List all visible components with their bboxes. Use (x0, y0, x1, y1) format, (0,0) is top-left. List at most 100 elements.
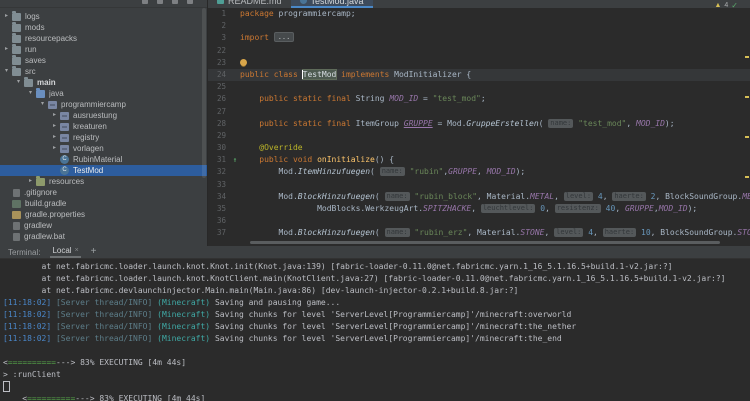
code-editor[interactable]: 1 package programmiercamp; 2 3 import ... 22 2… (208, 8, 750, 240)
tree-item--gitignore[interactable]: .gitignore (0, 187, 207, 198)
code-token: , BlockSoundGroup. (655, 191, 743, 201)
package-icon (60, 144, 69, 153)
terminal-output[interactable]: at net.fabricmc.loader.launch.knot.Knot.… (0, 259, 750, 401)
error-stripe-mark[interactable] (745, 56, 749, 58)
project-panel-toolbar (0, 0, 207, 8)
code-token: MOD_ID (486, 167, 516, 177)
chevron-right-icon[interactable]: ▸ (50, 121, 59, 132)
tree-item-testmod[interactable]: C TestMod (0, 165, 207, 176)
code-line[interactable]: 28 public static final ItemGroup GRUPPE … (208, 118, 750, 130)
tree-item-mods[interactable]: mods (0, 21, 207, 33)
code-token: GRUPPE (448, 167, 478, 177)
code-token: , (544, 228, 555, 238)
folder-icon (12, 65, 21, 76)
tree-item-resourcepacks[interactable]: resourcepacks (0, 32, 207, 44)
tree-item-ausruestung[interactable]: ▸ ausruestung (0, 110, 207, 121)
terminal-tab-label: Local (52, 246, 72, 255)
chevron-right-icon[interactable]: ▸ (26, 176, 35, 187)
gear-icon[interactable] (172, 0, 178, 4)
tree-item-gradlew-bat[interactable]: gradlew.bat (0, 231, 207, 242)
code-token: MOD_ID (636, 118, 665, 128)
chevron-right-icon[interactable]: ▸ (2, 11, 11, 22)
tree-item-label: resources (49, 177, 85, 186)
tree-item-gradle-properties[interactable]: gradle.properties (0, 209, 207, 220)
chevron-down-icon[interactable]: ▾ (2, 66, 11, 77)
folder-icon (12, 10, 21, 21)
hide-icon[interactable] (187, 0, 193, 4)
code-token: "rubin_erz" (414, 228, 468, 238)
tree-item-rubinmaterial[interactable]: C RubinMaterial (0, 154, 207, 165)
code-line[interactable]: 35 ModBlocks.WerkzeugArt.SPITZHACKE, leu… (208, 203, 750, 215)
terminal-line: > :runClient (3, 369, 750, 381)
terminal-cursor (3, 381, 10, 392)
tree-item-java[interactable]: ▾ java (0, 87, 207, 99)
code-line[interactable]: 31 ↑ public void onInitialize() { (208, 154, 750, 166)
editor-tab-readme[interactable]: README.md (208, 0, 291, 8)
code-line[interactable]: 27 (208, 106, 750, 118)
tree-item-registry[interactable]: ▸ registry (0, 132, 207, 143)
error-stripe-mark[interactable] (745, 136, 749, 138)
chevron-down-icon[interactable]: ▾ (38, 99, 47, 110)
error-stripe-mark[interactable] (745, 96, 749, 98)
locate-icon[interactable] (142, 0, 148, 4)
tree-item-main[interactable]: ▾ main (0, 76, 207, 88)
code-token: public static final (259, 118, 356, 128)
terminal-panel: Terminal: Local × + at net.fabricmc.load… (0, 246, 750, 401)
line-number: 26 (216, 94, 226, 104)
code-line[interactable]: 3 import ... (208, 32, 750, 44)
project-tree[interactable]: ▸ logs mods resourcepacks ▸ run saves ▾ src ▾ main… (0, 8, 207, 242)
editor-tab-testmod[interactable]: TestMod.java (290, 0, 373, 8)
code-token: TestMod (301, 68, 338, 80)
tree-item-src[interactable]: ▾ src (0, 65, 207, 77)
tree-item-programmiercamp[interactable]: ▾ programmiercamp (0, 99, 207, 110)
editor-hscrollbar[interactable] (250, 241, 720, 244)
code-line[interactable]: 29 (208, 130, 750, 142)
tree-item-run[interactable]: ▸ run (0, 43, 207, 55)
code-line[interactable]: 32 Mod.ItemHinzufuegen( name: "rubin",GR… (208, 166, 750, 178)
chevron-right-icon[interactable]: ▸ (50, 143, 59, 154)
chevron-right-icon[interactable]: ▸ (2, 44, 11, 55)
terminal-text: (Minecraft) (157, 298, 215, 307)
code-line[interactable]: 30 @Override (208, 142, 750, 154)
file-icon (13, 188, 20, 197)
tree-item-gradlew[interactable]: gradlew (0, 220, 207, 231)
chevron-right-icon[interactable]: ▸ (50, 110, 59, 121)
code-line[interactable]: 22 (208, 45, 750, 57)
error-stripe-mark[interactable] (745, 176, 749, 178)
tree-item-label: build.gradle (25, 199, 67, 208)
code-line[interactable]: 23 (208, 57, 750, 69)
terminal-text: [11:18:02] (3, 322, 56, 331)
line-number: 24 (216, 69, 226, 79)
tree-item-label: resourcepacks (25, 34, 78, 43)
collapse-all-icon[interactable] (157, 0, 163, 4)
code-line[interactable]: 37 Mod.BlockHinzufuegen( name: "rubin_er… (208, 227, 750, 239)
tree-item-kreaturen[interactable]: ▸ kreaturen (0, 121, 207, 132)
close-icon[interactable]: × (75, 247, 79, 254)
project-scrollbar[interactable] (202, 8, 206, 178)
tree-item-vorlagen[interactable]: ▸ vorlagen (0, 143, 207, 154)
code-line[interactable]: 33 (208, 179, 750, 191)
tree-item-saves[interactable]: saves (0, 54, 207, 66)
code-line[interactable]: 24 public class TestMod implements ModIni… (208, 68, 750, 82)
tree-item-resources[interactable]: ▸ resources (0, 175, 207, 187)
code-line[interactable]: 25 (208, 81, 750, 93)
code-token: ); (664, 118, 675, 128)
code-token: haerte: (602, 228, 637, 238)
line-number: 31 (216, 155, 226, 165)
terminal-text: Saving chunks for level 'ServerLevel[Pro… (214, 322, 577, 331)
tree-item-build-gradle[interactable]: build.gradle (0, 198, 207, 209)
chevron-right-icon[interactable]: ▸ (50, 132, 59, 143)
chevron-down-icon[interactable]: ▾ (26, 88, 35, 99)
terminal-tab-local[interactable]: Local × (50, 246, 81, 258)
code-token: implements (336, 69, 395, 79)
tree-item-logs[interactable]: ▸ logs (0, 10, 207, 22)
chevron-down-icon[interactable]: ▾ (14, 77, 23, 88)
code-line[interactable]: 36 (208, 215, 750, 227)
code-line[interactable]: 1 package programmiercamp; (208, 8, 750, 20)
line-number: 34 (216, 191, 226, 201)
code-line[interactable]: 2 (208, 20, 750, 32)
code-line[interactable]: 26 public static final String MOD_ID = "… (208, 93, 750, 105)
new-terminal-button[interactable]: + (91, 247, 97, 257)
code-line[interactable]: 34 Mod.BlockHinzufuegen( name: "rubin_bl… (208, 191, 750, 203)
